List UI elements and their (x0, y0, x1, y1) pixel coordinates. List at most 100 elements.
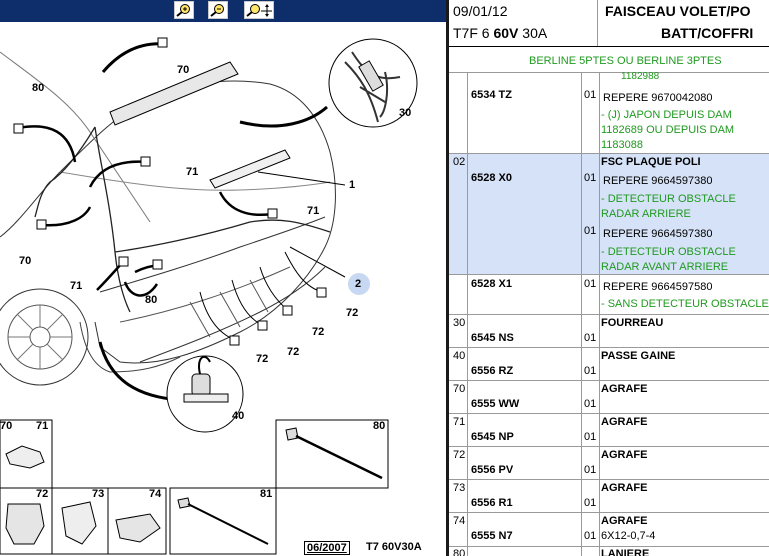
row-qty: 01 (584, 398, 597, 410)
thumb-label-71: 71 (36, 420, 49, 432)
row-qty: 01 (584, 365, 597, 377)
row-text: - SANS DETECTEUR OBSTACLE (601, 298, 769, 310)
row-ref: 6556 PV (471, 464, 514, 476)
row-num: 72 (453, 449, 466, 461)
row-title: AGRAFE (601, 482, 648, 494)
row-title: AGRAFE (601, 449, 648, 461)
row-text: RADAR AVANT ARRIERE (601, 261, 729, 273)
pan-zoom-button[interactable] (244, 1, 274, 19)
parts-thumbnails (0, 419, 389, 555)
row-qty: 01 (584, 464, 597, 476)
row-ref: 6528 X0 (471, 172, 512, 184)
row-text: REPERE 9664597380 (603, 175, 713, 187)
row-qty: 01 (584, 172, 597, 184)
header-code-suffix: 30A (518, 25, 548, 41)
subtitle-rule (449, 72, 769, 73)
row-title: AGRAFE (601, 515, 648, 527)
row-num: 74 (453, 515, 466, 527)
row-rule (449, 153, 769, 154)
row-num: 73 (453, 482, 466, 494)
callout-71-right[interactable]: 71 (307, 205, 319, 217)
row-text: 1182689 OU DEPUIS DAM (601, 124, 735, 136)
callout-72-d[interactable]: 72 (256, 353, 268, 365)
callout-71-bottom[interactable]: 71 (70, 280, 82, 292)
row-rule (449, 446, 769, 447)
diagram-panel: 70 80 30 71 1 71 70 71 80 2 72 72 72 72 … (0, 0, 446, 556)
thumb-label-74: 74 (149, 488, 162, 500)
row-qty: 01 (584, 278, 597, 290)
thumb-label-80: 80 (373, 420, 386, 432)
zoom-in-button[interactable] (174, 1, 194, 19)
callout-80-left[interactable]: 80 (32, 82, 44, 94)
thumb-label-70: 70 (0, 420, 13, 432)
row-title: PASSE GAINE (601, 350, 676, 362)
callout-72-b[interactable]: 72 (312, 326, 324, 338)
header-code-bold: 60V (493, 25, 519, 41)
zoom-out-button[interactable] (208, 1, 228, 19)
row-qty: 01 (584, 497, 597, 509)
header-title-line1: FAISCEAU VOLET/PO (605, 3, 751, 19)
thumb-label-72: 72 (36, 488, 49, 500)
parts-list-panel: 09/01/12 FAISCEAU VOLET/PO T7F 6 60V 30A… (449, 0, 769, 556)
row-num: 02 (453, 156, 466, 168)
row-title: FSC PLAQUE POLI (601, 156, 701, 168)
header-code: T7F 6 60V 30A (453, 25, 547, 41)
row-ref: 6534 TZ (471, 89, 512, 101)
diagram-toolbar (0, 0, 446, 22)
row-title: FOURREAU (601, 317, 664, 329)
row-rule (449, 546, 769, 547)
row-text: REPERE 9664597580 (603, 281, 713, 293)
row-num: 70 (453, 383, 466, 395)
row-cut-text: 1182988 (621, 71, 660, 82)
row-num: 80 (453, 548, 466, 556)
row-qty: 01 (584, 332, 597, 344)
row-ref: 6556 R1 (471, 497, 513, 509)
callout-2[interactable]: 2 (355, 278, 361, 290)
row-ref: 6545 NP (471, 431, 514, 443)
row-qty: 01 (584, 89, 597, 101)
row-text: - DETECTEUR OBSTACLE (601, 193, 736, 205)
callout-72-a[interactable]: 72 (346, 307, 358, 319)
row-text: RADAR ARRIERE (601, 208, 691, 220)
footer-code: T7 60V30A (366, 541, 422, 553)
row-ref: 6528 X1 (471, 278, 512, 290)
variant-subtitle: BERLINE 5PTES OU BERLINE 3PTES (529, 55, 722, 67)
row-num: 71 (453, 416, 466, 428)
row-rule (449, 274, 769, 275)
header-rule (449, 46, 769, 47)
header-date: 09/01/12 (453, 3, 508, 19)
row-text: 1183088 (601, 139, 644, 151)
row-num: 30 (453, 317, 466, 329)
row-ref: 6555 N7 (471, 530, 513, 542)
row-rule (449, 479, 769, 480)
diagram-footer: 06/2007 T7 60V30A (300, 540, 446, 556)
zoom-out-icon (210, 4, 224, 17)
row-qty: 01 (584, 225, 597, 237)
row-rule (449, 347, 769, 348)
callout-1[interactable]: 1 (349, 179, 355, 191)
row-title: AGRAFE (601, 416, 648, 428)
row-rule (449, 512, 769, 513)
zoom-in-icon (176, 4, 190, 17)
row-qty: 01 (584, 431, 597, 443)
thumb-label-73: 73 (92, 488, 105, 500)
row-ref: 6555 WW (471, 398, 520, 410)
row-ref: 6545 NS (471, 332, 514, 344)
callout-72-c[interactable]: 72 (287, 346, 299, 358)
callout-70-bottom[interactable]: 70 (19, 255, 31, 267)
row-text: - DETECTEUR OBSTACLE (601, 246, 736, 258)
row-text: REPERE 9664597380 (603, 228, 713, 240)
row-title: LANIERE (601, 548, 650, 556)
row-text: 6X12-0,7-4 (601, 530, 656, 542)
header-code-prefix: T7F 6 (453, 25, 494, 41)
callout-30[interactable]: 30 (399, 107, 411, 119)
header-title-line2: BATT/COFFRI (661, 25, 754, 41)
row-title: AGRAFE (601, 383, 648, 395)
callout-70-top[interactable]: 70 (177, 64, 189, 76)
callout-71-mid[interactable]: 71 (186, 166, 198, 178)
row-qty: 01 (584, 530, 597, 542)
row-rule (449, 314, 769, 315)
row-text: REPERE 9670042080 (603, 92, 713, 104)
callout-80-bottom[interactable]: 80 (145, 294, 157, 306)
exploded-view-diagram (0, 37, 418, 433)
